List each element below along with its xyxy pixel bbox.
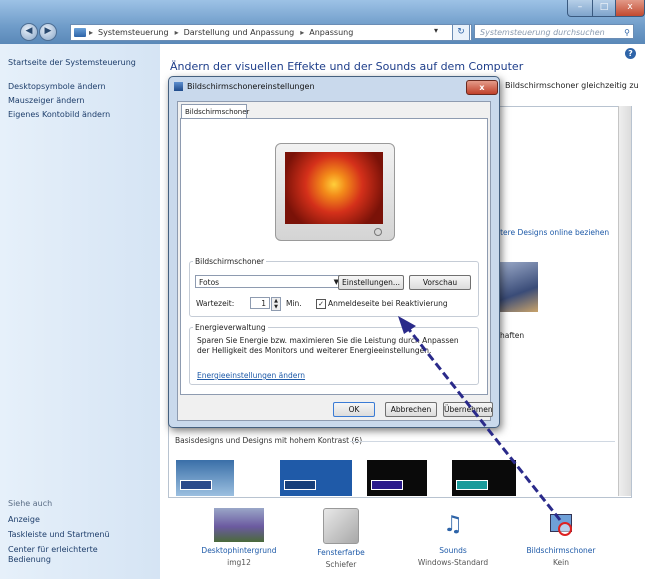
search-input[interactable]: Systemsteuerung durchsuchen ⚲ [474, 24, 634, 39]
minimize-button[interactable]: – [567, 0, 593, 17]
tab-screensaver[interactable]: Bildschirmschoner [181, 104, 249, 118]
chevron-right-icon: ▸ [89, 28, 94, 37]
divider [350, 441, 615, 442]
close-button[interactable]: x [615, 0, 645, 17]
sounds-label[interactable]: Sounds [398, 546, 508, 555]
window-color-value: Schiefer [325, 560, 357, 569]
wait-unit-label: Min. [286, 299, 302, 308]
wait-minutes-input[interactable]: 1 [250, 297, 270, 309]
resume-checkbox[interactable]: ✓ [316, 299, 326, 309]
basic-theme-thumbnail[interactable] [452, 460, 516, 496]
control-panel-icon [74, 28, 86, 37]
breadcrumb-systemsteuerung[interactable]: Systemsteuerung [98, 28, 169, 37]
chevron-right-icon: ▸ [174, 28, 179, 37]
sidebar-link-display[interactable]: Anzeige [8, 515, 40, 524]
sidebar-link-ease-of-access[interactable]: Center für erleichterte Bedienung [8, 545, 128, 565]
address-bar[interactable]: ▸ Systemsteuerung ▸ Darstellung und Anpa… [70, 24, 472, 41]
cancel-button[interactable]: Abbrechen [385, 402, 437, 417]
sounds-value: Windows-Standard [417, 558, 489, 567]
window-color-icon [323, 508, 359, 544]
sidebar-link-taskbar[interactable]: Taskleiste und Startmenü [8, 530, 110, 539]
screensaver-item[interactable]: Bildschirmschoner Kein [506, 508, 616, 567]
screensaver-value: Kein [553, 558, 569, 567]
desktop-background-item[interactable]: Desktophintergrund img12 [184, 508, 294, 567]
screensaver-label[interactable]: Bildschirmschoner [506, 546, 616, 555]
window-color-label[interactable]: Fensterfarbe [286, 548, 396, 557]
basic-themes-header: Basisdesigns und Designs mit hohem Kontr… [175, 436, 363, 445]
preview-monitor [275, 143, 395, 241]
window-color-item[interactable]: Fensterfarbe Schiefer [286, 508, 396, 569]
theme-list-scrollbar[interactable] [618, 106, 631, 496]
screensaver-select[interactable]: Fotos ▼ [195, 275, 343, 288]
search-icon[interactable]: ⚲ [624, 25, 630, 40]
sidebar-link-account-picture[interactable]: Eigenes Kontobild ändern [8, 110, 110, 119]
sidebar-link-desktop-icons[interactable]: Desktopsymbole ändern [8, 82, 106, 91]
energy-settings-link[interactable]: Energieeinstellungen ändern [197, 371, 305, 380]
chevron-right-icon: ▸ [300, 28, 305, 37]
screensaver-disabled-icon [544, 508, 578, 542]
help-icon[interactable]: ? [625, 48, 636, 59]
sidebar: Startseite der Systemsteuerung Desktopsy… [0, 44, 161, 579]
energy-group-label: Energieverwaltung [193, 323, 268, 332]
dialog-close-button[interactable]: x [466, 80, 498, 95]
dialog-title: Bildschirmschonereinstellungen [187, 82, 315, 91]
control-panel-window: – □ x ◀ ▶ ▸ Systemsteuerung ▸ Darstellun… [0, 0, 645, 579]
screensaver-group-label: Bildschirmschoner [193, 257, 267, 266]
sounds-item[interactable]: ♫ Sounds Windows-Standard [398, 508, 508, 567]
desktop-background-value: img12 [227, 558, 251, 567]
wait-spinner-buttons[interactable]: ▲ ▼ [271, 297, 281, 311]
resume-checkbox-label[interactable]: Anmeldeseite bei Reaktivierung [328, 299, 448, 308]
title-address-bar: – □ x ◀ ▶ ▸ Systemsteuerung ▸ Darstellun… [0, 0, 645, 44]
maximize-button[interactable]: □ [592, 0, 616, 17]
address-dropdown-icon[interactable]: ▾ [434, 26, 438, 35]
dialog-icon [174, 82, 183, 91]
music-notes-icon: ♫ [443, 512, 463, 537]
desktop-background-label[interactable]: Desktophintergrund [184, 546, 294, 555]
see-also-heading: Siehe auch [8, 499, 53, 508]
desktop-background-icon [214, 508, 264, 542]
preview-button[interactable]: Vorschau [409, 275, 471, 290]
ok-button[interactable]: OK [333, 402, 375, 417]
page-subtitle: Bildschirmschoner gleichzeitig zu [505, 81, 639, 90]
settings-button[interactable]: Einstellungen... [338, 275, 404, 290]
page-title: Ändern der visuellen Effekte und der Sou… [170, 60, 524, 73]
apply-button[interactable]: Übernehmen [443, 402, 493, 417]
back-arrow-icon[interactable]: ◀ [20, 23, 38, 41]
monitor-power-icon [374, 228, 382, 236]
screensaver-select-value: Fotos [199, 278, 220, 287]
energy-description: Sparen Sie Energie bzw. maximieren Sie d… [197, 336, 459, 355]
sidebar-link-mouse-pointer[interactable]: Mauszeiger ändern [8, 96, 84, 105]
search-placeholder: Systemsteuerung durchsuchen [480, 28, 605, 37]
basic-theme-thumbnail[interactable] [176, 460, 234, 496]
preview-screen-image [285, 152, 383, 224]
sidebar-link-home[interactable]: Startseite der Systemsteuerung [8, 58, 136, 67]
theme-name: haften [500, 331, 525, 340]
online-designs-link[interactable]: itere Designs online beziehen [498, 228, 609, 237]
forward-arrow-icon[interactable]: ▶ [39, 23, 57, 41]
basic-theme-thumbnail[interactable] [280, 460, 352, 496]
breadcrumb-darstellung[interactable]: Darstellung und Anpassung [184, 28, 295, 37]
basic-theme-thumbnail[interactable] [367, 460, 427, 496]
breadcrumb-anpassung[interactable]: Anpassung [309, 28, 353, 37]
theme-thumbnail[interactable] [500, 262, 538, 312]
wait-label: Wartezeit: [196, 299, 235, 308]
refresh-icon[interactable]: ↻ [452, 24, 470, 41]
